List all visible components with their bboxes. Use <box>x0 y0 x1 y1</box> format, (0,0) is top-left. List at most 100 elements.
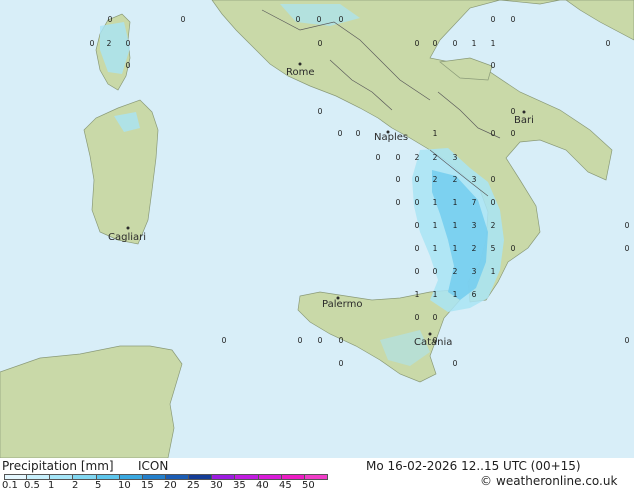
value-label: 1 <box>433 244 438 253</box>
scale-label: 35 <box>233 480 246 491</box>
scale-label: 10 <box>118 480 131 491</box>
value-label: 1 <box>415 290 420 299</box>
value-label: 0 <box>126 39 131 48</box>
value-label: 0 <box>453 359 458 368</box>
value-label: 1 <box>453 198 458 207</box>
city-label-palermo: Palermo <box>322 299 362 310</box>
value-label: 0 <box>415 244 420 253</box>
value-label: 0 <box>318 336 323 345</box>
scale-label: 50 <box>302 480 315 491</box>
credit-link[interactable]: weatheronline.co.uk <box>496 474 617 488</box>
model-name: ICON <box>138 459 169 473</box>
value-label: 1 <box>433 221 438 230</box>
value-label: 0 <box>396 175 401 184</box>
value-label: 0 <box>296 15 301 24</box>
value-label: 0 <box>453 39 458 48</box>
value-label: 0 <box>376 153 381 162</box>
value-label: 1 <box>433 290 438 299</box>
value-label: 5 <box>491 244 496 253</box>
value-label: 1 <box>453 290 458 299</box>
value-label: 2 <box>433 175 438 184</box>
value-label: 2 <box>433 153 438 162</box>
value-label: 7 <box>472 198 477 207</box>
value-label: 0 <box>396 153 401 162</box>
city-palermo: Palermo <box>322 296 362 310</box>
precipitation-map: Rome Naples Bari Cagliari Palermo Catani… <box>0 0 634 458</box>
value-label: 0 <box>318 39 323 48</box>
value-label: 2 <box>415 153 420 162</box>
value-label: 2 <box>453 267 458 276</box>
value-label: 1 <box>433 129 438 138</box>
value-label: 3 <box>472 221 477 230</box>
value-label: 0 <box>491 61 496 70</box>
north-africa-landmass <box>0 345 183 458</box>
value-label: 0 <box>339 336 344 345</box>
value-label: 0 <box>511 15 516 24</box>
value-label: 0 <box>356 129 361 138</box>
scale-label: 0.1 <box>2 480 18 491</box>
value-label: 0 <box>433 336 438 345</box>
value-label: 0 <box>491 15 496 24</box>
value-label: 0 <box>511 244 516 253</box>
value-label: 0 <box>415 175 420 184</box>
scale-label: 20 <box>164 480 177 491</box>
scale-label: 40 <box>256 480 269 491</box>
value-label: 0 <box>606 39 611 48</box>
value-label: 0 <box>625 244 630 253</box>
value-label: 2 <box>453 175 458 184</box>
value-label: 0 <box>433 39 438 48</box>
value-label: 2 <box>472 244 477 253</box>
value-label: 0 <box>511 107 516 116</box>
value-label: 2 <box>491 221 496 230</box>
city-label-bari: Bari <box>514 115 534 126</box>
value-label: 3 <box>453 153 458 162</box>
value-label: 0 <box>108 15 113 24</box>
value-label: 0 <box>433 267 438 276</box>
value-label: 0 <box>415 39 420 48</box>
scale-label: 30 <box>210 480 223 491</box>
value-label: 0 <box>511 129 516 138</box>
value-label: 0 <box>433 313 438 322</box>
scale-label: 5 <box>95 480 102 491</box>
scale-label: 45 <box>279 480 292 491</box>
value-label: 1 <box>433 198 438 207</box>
value-label: 3 <box>472 267 477 276</box>
value-label: 0 <box>491 198 496 207</box>
value-label: 0 <box>491 129 496 138</box>
city-label-cagliari: Cagliari <box>108 232 146 243</box>
value-label: 1 <box>453 244 458 253</box>
city-naples: Naples <box>374 130 408 143</box>
city-label-naples: Naples <box>374 132 408 143</box>
value-label: 0 <box>415 198 420 207</box>
value-label: 0 <box>298 336 303 345</box>
value-label: 1 <box>491 267 496 276</box>
value-label: 0 <box>90 39 95 48</box>
scale-label: 25 <box>187 480 200 491</box>
value-label: 0 <box>317 15 322 24</box>
scale-label: 15 <box>141 480 154 491</box>
value-label: 0 <box>396 198 401 207</box>
value-label: 0 <box>415 313 420 322</box>
value-label: 0 <box>625 336 630 345</box>
value-label: 2 <box>107 39 112 48</box>
scale-label: 2 <box>72 480 79 491</box>
value-label: 0 <box>339 359 344 368</box>
value-label: 0 <box>339 15 344 24</box>
copyright-icon: © <box>480 474 492 488</box>
value-label: 0 <box>222 336 227 345</box>
forecast-datetime: Mo 16-02-2026 12..15 UTC (00+15) <box>366 459 581 473</box>
scale-label: 1 <box>48 480 55 491</box>
value-label: 0 <box>181 15 186 24</box>
value-label: 1 <box>453 221 458 230</box>
value-label: 1 <box>491 39 496 48</box>
map-footer: Precipitation [mm] ICON Mo 16-02-2026 12… <box>0 458 634 491</box>
value-label: 3 <box>472 175 477 184</box>
city-label-rome: Rome <box>286 67 315 78</box>
value-label: 0 <box>318 107 323 116</box>
value-label: 0 <box>415 267 420 276</box>
value-label: 0 <box>491 175 496 184</box>
value-label: 0 <box>415 221 420 230</box>
map-title: Precipitation [mm] <box>2 459 114 473</box>
value-label: 1 <box>472 39 477 48</box>
value-label: 6 <box>472 290 477 299</box>
